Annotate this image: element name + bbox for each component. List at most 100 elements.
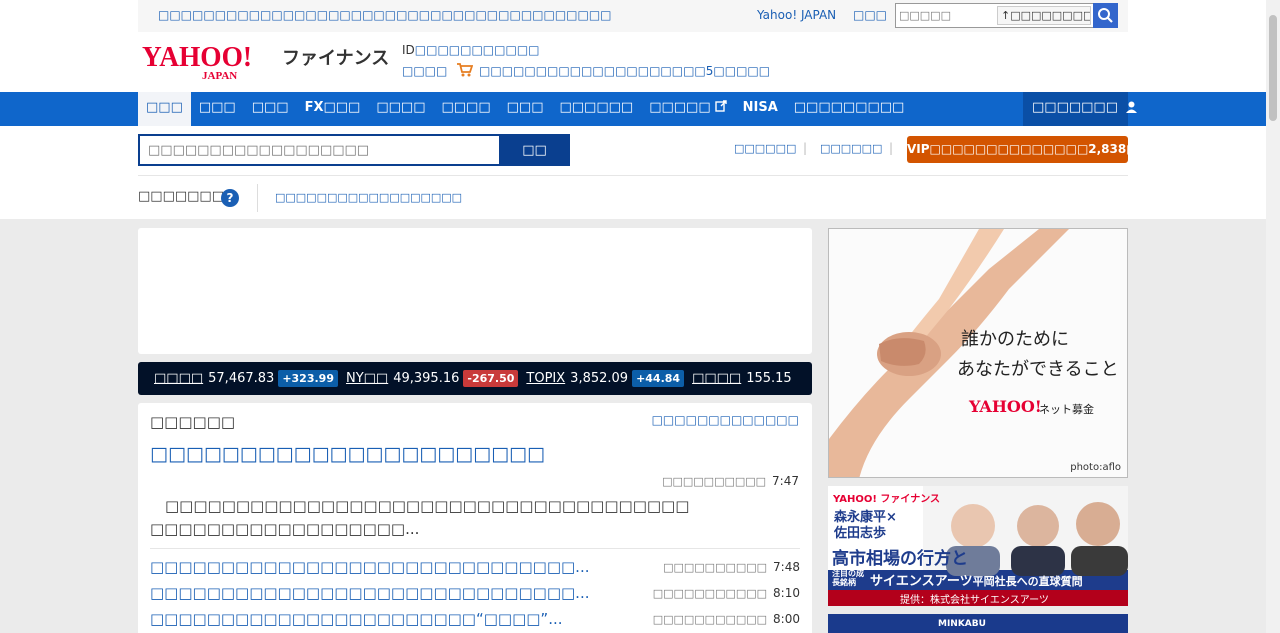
sub-row: □□□□□□□ ? □□□□□□□□□□□□□□□□□□: [138, 176, 1128, 219]
news-section-title: □□□□□□: [150, 413, 236, 431]
ad2-brand: YAHOO! ファイナンス: [833, 494, 941, 505]
divider: [257, 184, 258, 212]
yahoo-japan-link[interactable]: Yahoo! JAPAN: [757, 8, 836, 22]
ticker-value: 155.15: [746, 371, 792, 386]
news-time: 8:10: [773, 586, 800, 600]
ticker-value: 57,467.83: [208, 371, 275, 386]
sub-row-label: □□□□□□□: [138, 189, 224, 204]
minkabu-ad-banner[interactable]: MINKABU: [828, 614, 1128, 633]
separator: |: [803, 141, 808, 155]
ticker-item: NY□□ 49,395.16 -267.50: [346, 370, 519, 387]
scrollbar-thumb[interactable]: [1269, 15, 1277, 121]
nav-item-8[interactable]: □□□□□□: [551, 92, 641, 126]
news-item-link[interactable]: □□□□□□□□□□□□□□□□□□□□□□□“□□□□”...: [150, 610, 563, 628]
vip-button[interactable]: VIP□□□□□□□□□□□□□□2,838□□: [907, 136, 1149, 163]
news-item-meta: □□□□□□□□□□□ 8:00: [653, 612, 800, 626]
news-item-meta: □□□□□□□□□□□ 8:10: [653, 586, 800, 600]
yahoo-japan-logo[interactable]: YAHOO! JAPAN: [142, 40, 252, 80]
ticker-change-badge: +44.84: [632, 370, 685, 387]
nav-item-external-label: □□□□□: [649, 100, 711, 115]
quote-search-input[interactable]: [138, 134, 500, 166]
keyword-search-button[interactable]: ↑□□□□□□□□□: [997, 6, 1091, 25]
news-time: 8:00: [773, 612, 800, 626]
nav-item-top[interactable]: □□□: [138, 92, 191, 126]
help-circle-icon[interactable]: ?: [221, 189, 239, 207]
donation-ad-banner[interactable]: 誰かのために あなたができること YAHOO! ネット募金 photo:aflo: [828, 228, 1128, 478]
nav-item-7[interactable]: □□□: [499, 92, 552, 126]
mypage-button[interactable]: □□□□□□□: [1023, 92, 1137, 126]
global-search-input[interactable]: [896, 4, 996, 27]
search-row-link-2[interactable]: □□□□□□: [820, 142, 882, 155]
ticker-item: □□□□ 57,467.83 +323.99: [154, 370, 338, 387]
news-source: □□□□□□□□□□: [662, 475, 767, 488]
ad-panel: [138, 228, 812, 354]
help-link[interactable]: □□□: [853, 8, 887, 22]
ticker-name-link[interactable]: NY□□: [346, 371, 388, 386]
login-link[interactable]: □□□□□□□□□□□: [415, 43, 540, 57]
quote-search-button[interactable]: □□: [499, 134, 570, 166]
top-strip: □□□□□□□□□□□□□□□□□□□□□□□□□□□□□□□□□□□□□□□□…: [138, 0, 1128, 32]
ad2-line-3: 高市相場の行方と: [832, 549, 968, 569]
site-header: YAHOO! JAPAN ファイナンス ID□□□□□□□□□□□ □□□□ □…: [138, 32, 1128, 92]
cart-icon: [457, 63, 474, 77]
nav-item-2[interactable]: □□□: [191, 92, 244, 126]
news-source: □□□□□□□□□□□: [652, 587, 768, 600]
promo-line: □□□□ □□□□□□□□□□□□□□□□□□□□5□□□□□: [402, 63, 770, 78]
sub-row-link[interactable]: □□□□□□□□□□□□□□□□□□: [275, 191, 462, 204]
svg-text:JAPAN: JAPAN: [202, 70, 237, 80]
ad2-line-4: サイエンスアーツ平岡社長への直球質問: [870, 570, 1083, 589]
ticker-name-link[interactable]: TOPIX: [526, 371, 565, 386]
search-row-link-1[interactable]: □□□□□□: [734, 142, 796, 155]
nav-item-6[interactable]: □□□□: [433, 92, 498, 126]
global-search-button[interactable]: [1093, 3, 1118, 28]
news-item-link[interactable]: □□□□□□□□□□□□□□□□□□□□□□□□□□□□□□...: [150, 584, 589, 602]
news-time: 7:47: [772, 474, 799, 488]
news-list-item: □□□□□□□□□□□□□□□□□□□□□□□□□□□□□□... □□□□□□…: [150, 584, 800, 606]
quote-search-row: □□ □□□□□□ | □□□□□□ | VIP□□□□□□□□□□□□□□2,…: [138, 126, 1149, 176]
ticker-item: □□□□ 155.15: [692, 371, 796, 386]
news-headline-meta: □□□□□□□□□□ 7:47: [662, 474, 799, 488]
nav-item-external[interactable]: □□□□□: [641, 92, 734, 126]
nav-item-3[interactable]: □□□: [244, 92, 297, 126]
ad-brand-sub: ネット募金: [1039, 403, 1094, 416]
news-item-link[interactable]: □□□□□□□□□□□□□□□□□□□□□□□□□□□□□□...: [150, 558, 589, 576]
global-search-box: ↑□□□□□□□□□: [895, 3, 1096, 28]
mypage-label: □□□□□□□: [1032, 100, 1118, 115]
nav-item-fx[interactable]: FX□□□: [297, 92, 369, 126]
nav-item-11[interactable]: □□□□□□□□□: [786, 92, 913, 126]
seminar-ad-banner[interactable]: YAHOO! ファイナンス 森永康平× 佐田志歩 高市相場の行方と 注目の成長銘…: [828, 486, 1128, 606]
nav-item-nisa[interactable]: NISA: [735, 92, 786, 126]
site-name: ファイナンス: [282, 48, 390, 69]
keyword-search-label: □□□□□□□□□: [1010, 9, 1090, 22]
svg-text:YAHOO!: YAHOO!: [142, 41, 252, 73]
main-nav: □□□ □□□ □□□ FX□□□ □□□□ □□□□ □□□ □□□□□□ □…: [0, 92, 1266, 126]
ad2-sponsor: 提供：株式会社サイエンスアーツ: [900, 595, 1049, 606]
page-scrollbar[interactable]: [1266, 0, 1280, 633]
ticker-change-badge: -267.50: [463, 370, 519, 387]
ad2-line-4b: 平岡社長への直球質問: [972, 575, 1083, 588]
ticker-name-link[interactable]: □□□□: [154, 371, 203, 386]
ticker-item: TOPIX 3,852.09 +44.84: [526, 370, 685, 387]
news-headline-link[interactable]: □□□□□□□□□□□□□□□□□□□□□□: [150, 443, 545, 465]
ticker-name-link[interactable]: □□□□: [692, 371, 741, 386]
news-more-link[interactable]: □□□□□□□□□□□□□: [652, 413, 799, 427]
news-lead-text: □□□□□□□□□□□□□□□□□□□□□□□□□□□□□□□□□□□□□ □□…: [150, 497, 705, 538]
ad2-line-4a: サイエンスアーツ: [870, 574, 973, 589]
market-ticker: □□□□ 57,467.83 +323.99 NY□□ 49,395.16 -2…: [138, 362, 812, 395]
news-list-item: □□□□□□□□□□□□□□□□□□□□□□□□□□□□□□... □□□□□□…: [150, 558, 800, 580]
ad3-text: MINKABU: [938, 619, 986, 629]
arrow-up-icon: ↑: [1001, 9, 1011, 22]
news-source: □□□□□□□□□□: [663, 561, 768, 574]
ad-copy-line-1: 誰かのために: [961, 329, 1069, 350]
login-prefix: ID: [402, 43, 415, 57]
search-icon: [1098, 8, 1113, 23]
top-notice-link[interactable]: □□□□□□□□□□□□□□□□□□□□□□□□□□□□□□□□□□□□□□□□: [158, 8, 612, 22]
handshake-illustration: [829, 229, 1069, 477]
promo-text-link[interactable]: □□□□□□□□□□□□□□□□□□□□5□□□□□: [479, 64, 770, 78]
ticker-change-badge: +323.99: [278, 370, 338, 387]
news-time: 7:48: [773, 560, 800, 574]
external-link-icon: [714, 100, 727, 112]
promo-label-link[interactable]: □□□□: [402, 64, 447, 78]
nav-item-5[interactable]: □□□□: [368, 92, 433, 126]
ad2-tag: 注目の成長銘柄: [832, 569, 864, 587]
